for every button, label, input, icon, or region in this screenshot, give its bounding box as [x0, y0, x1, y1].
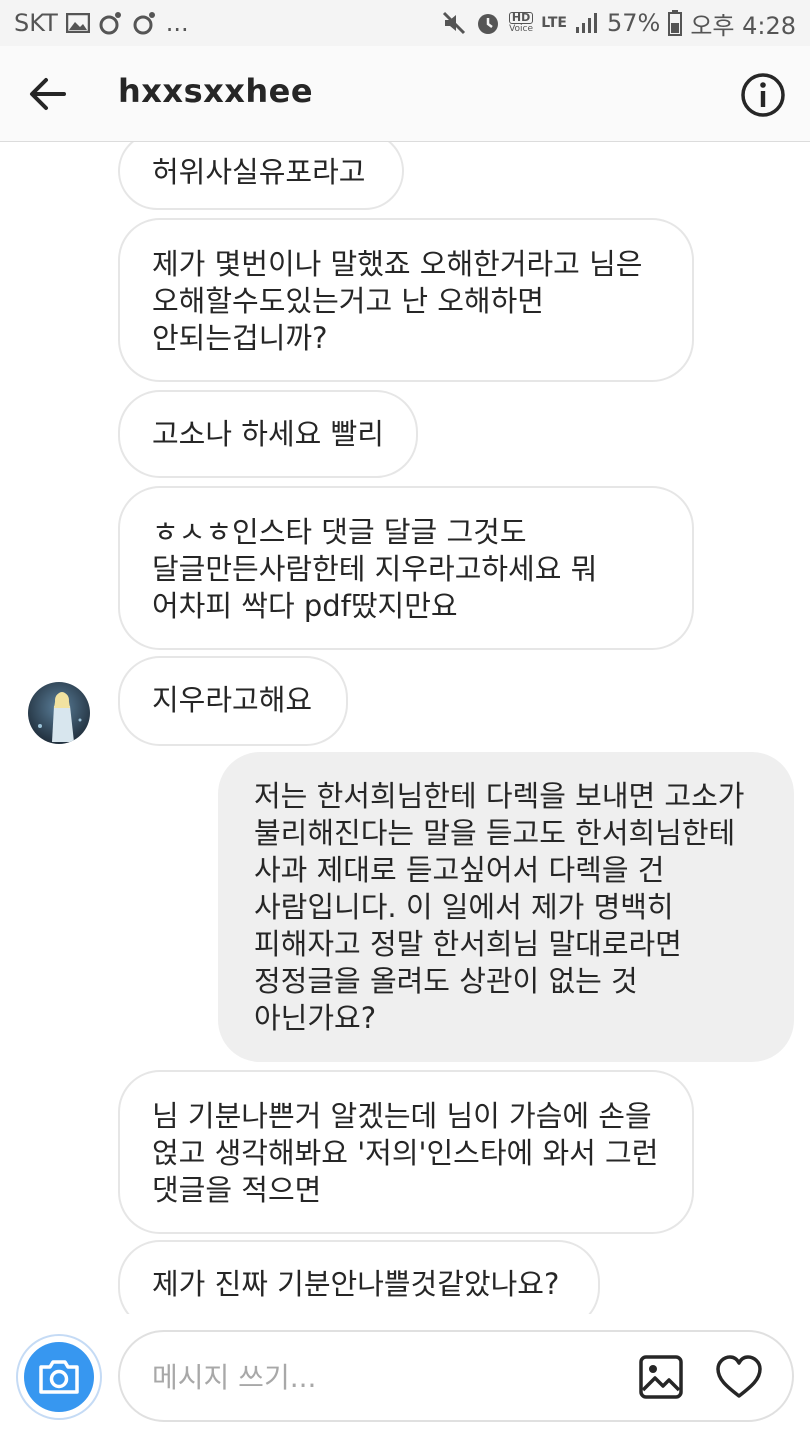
message-bubble-received[interactable]: ㅎㅅㅎ인스타 댓글 달글 그것도 달글만든사람한테 지우라고하세요 뭐 어차피 …	[118, 486, 694, 650]
gallery-icon	[639, 1355, 683, 1399]
message-input-container	[118, 1330, 794, 1422]
camera-icon	[39, 1360, 79, 1394]
message-bubble-received[interactable]: 제가 몇번이나 말했죠 오해한거라고 님은 오해할수도있는거고 난 오해하면 안…	[118, 218, 694, 382]
avatar[interactable]	[28, 682, 90, 744]
message-composer	[0, 1314, 810, 1440]
info-icon	[741, 73, 785, 117]
record-icon	[98, 10, 124, 36]
hd-voice-icon: HD Voice	[508, 12, 534, 34]
heart-icon	[716, 1355, 762, 1398]
message-bubble-received[interactable]: 허위사실유포라고	[118, 142, 404, 210]
battery-percent: 57%	[606, 9, 661, 37]
image-icon	[65, 13, 90, 33]
avatar-image	[28, 682, 90, 744]
record-icon	[132, 10, 158, 36]
hd-voice-top: HD	[508, 12, 534, 24]
message-bubble-received[interactable]: 고소나 하세요 빨리	[118, 390, 418, 478]
status-bar: SKT ... HD Voice LTE 57% 오후 4:28	[0, 0, 810, 46]
network-label: LTE	[541, 15, 567, 31]
message-bubble-received[interactable]: 님 기분나쁜거 알겠는데 님이 가슴에 손을 얹고 생각해봐요 '저의'인스타에…	[118, 1070, 694, 1234]
message-bubble-received[interactable]: 지우라고해요	[118, 656, 348, 746]
info-button[interactable]	[740, 72, 786, 118]
battery-icon	[668, 10, 683, 36]
message-list[interactable]: 허위사실유포라고 제가 몇번이나 말했죠 오해한거라고 님은 오해할수도있는거고…	[0, 142, 810, 1314]
more-notifications: ...	[165, 9, 189, 37]
clock: 오후 4:28	[690, 11, 796, 40]
alarm-icon	[475, 10, 501, 36]
message-bubble-received[interactable]: 제가 진짜 기분안나쁠것같았나요?	[118, 1240, 600, 1314]
hd-voice-bottom: Voice	[509, 24, 534, 34]
camera-button[interactable]	[16, 1334, 102, 1420]
back-button[interactable]	[26, 74, 70, 114]
chat-header: hxxsxxhee	[0, 46, 810, 142]
gallery-button[interactable]	[638, 1354, 684, 1400]
signal-icon	[575, 12, 599, 34]
chat-title[interactable]: hxxsxxhee	[118, 72, 313, 110]
message-bubble-sent[interactable]: 저는 한서희님한테 다렉을 보내면 고소가 불리해진다는 말을 듣고도 한서희님…	[218, 752, 794, 1062]
carrier-label: SKT	[14, 9, 58, 37]
message-input[interactable]	[150, 1352, 614, 1402]
mute-icon	[441, 10, 467, 36]
like-button[interactable]	[714, 1354, 764, 1400]
arrow-left-icon	[30, 78, 66, 110]
camera-button-fill	[24, 1342, 94, 1412]
